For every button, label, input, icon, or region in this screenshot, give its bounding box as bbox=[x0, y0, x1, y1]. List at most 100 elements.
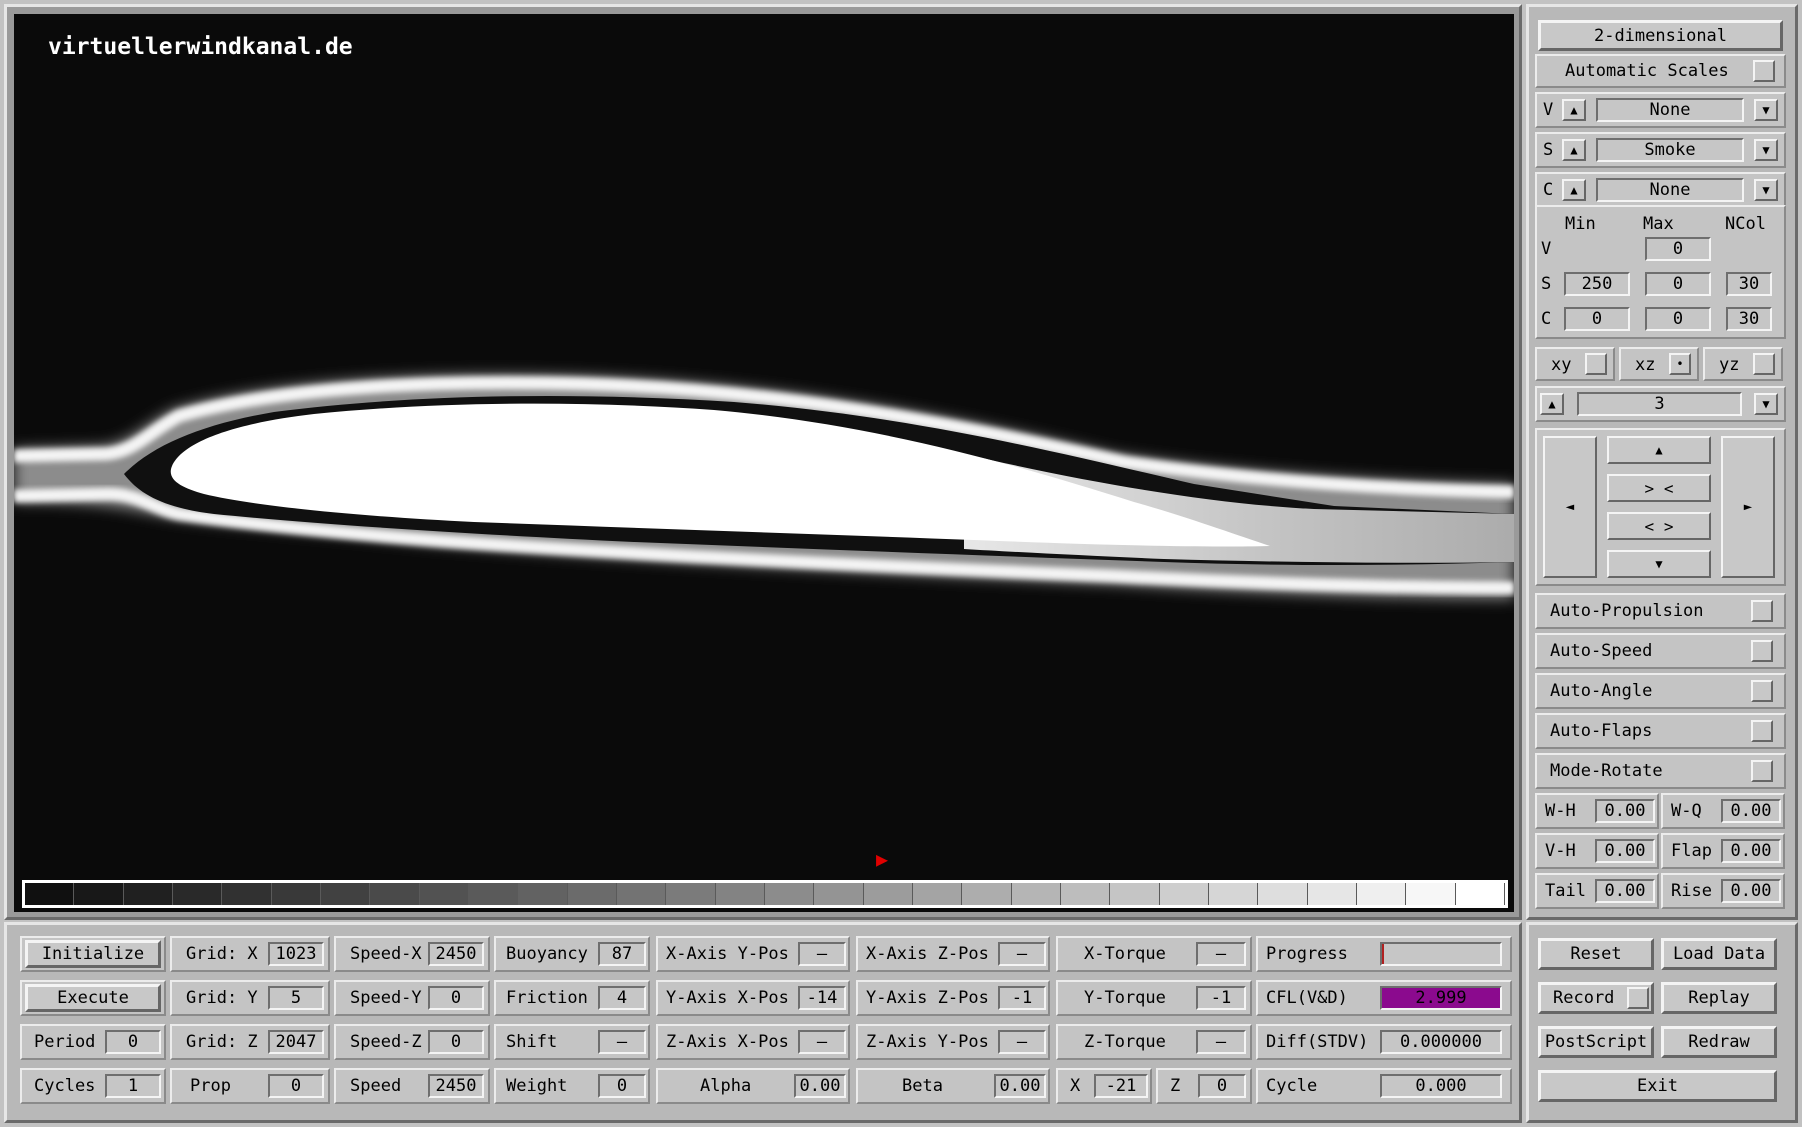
colorbar-swatch bbox=[912, 883, 963, 905]
y-torque-value[interactable]: -1 bbox=[1196, 986, 1246, 1010]
param-value[interactable]: 0.00 bbox=[1721, 839, 1781, 863]
plane-radio[interactable]: • bbox=[1669, 353, 1691, 375]
range-min[interactable]: 250 bbox=[1564, 272, 1630, 296]
slice-down-arrow[interactable]: ▼ bbox=[1754, 393, 1778, 415]
mode-2d-button[interactable]: 2-dimensional bbox=[1538, 20, 1783, 51]
range-max[interactable]: 0 bbox=[1645, 307, 1711, 331]
speed-y-value[interactable]: 0 bbox=[428, 986, 484, 1010]
colorbar-swatch bbox=[962, 883, 1012, 905]
friction-value[interactable]: 4 bbox=[598, 986, 646, 1010]
weight-value[interactable]: 0 bbox=[598, 1074, 646, 1098]
pan-up-button[interactable]: ▲ bbox=[1607, 436, 1711, 464]
speed-value[interactable]: 2450 bbox=[428, 1074, 484, 1098]
selector-value[interactable]: Smoke bbox=[1596, 138, 1744, 162]
colorbar-swatch bbox=[1406, 883, 1456, 905]
toggle-checkbox[interactable] bbox=[1751, 640, 1773, 662]
plane-radio[interactable] bbox=[1753, 353, 1775, 375]
range-min[interactable]: 0 bbox=[1564, 307, 1630, 331]
yaxis-zpos-value[interactable]: -1 bbox=[998, 986, 1046, 1010]
range-ncol[interactable]: 30 bbox=[1726, 272, 1772, 296]
period-value[interactable]: 0 bbox=[105, 1030, 161, 1054]
record-checkbox[interactable] bbox=[1627, 987, 1649, 1009]
progress-label: Progress bbox=[1266, 944, 1348, 964]
z-pos-value[interactable]: 0 bbox=[1198, 1074, 1246, 1098]
range-ncol[interactable]: 30 bbox=[1726, 307, 1772, 331]
auto-scales-row: Automatic Scales bbox=[1535, 54, 1786, 88]
zoom-out-icon: < > bbox=[1644, 516, 1674, 536]
yaxis-xpos-value[interactable]: -14 bbox=[798, 986, 846, 1010]
param-value[interactable]: 0.00 bbox=[1595, 839, 1655, 863]
reset-button[interactable]: Reset bbox=[1538, 938, 1654, 970]
prop-value[interactable]: 0 bbox=[268, 1074, 324, 1098]
toggle-checkbox[interactable] bbox=[1751, 600, 1773, 622]
param-value[interactable]: 0.00 bbox=[1721, 799, 1781, 823]
redraw-button[interactable]: Redraw bbox=[1661, 1026, 1777, 1058]
colorbar-swatch bbox=[1060, 883, 1111, 905]
buoyancy-value[interactable]: 87 bbox=[598, 942, 646, 966]
x-torque-value[interactable]: — bbox=[1196, 942, 1246, 966]
selector-down-arrow[interactable]: ▼ bbox=[1754, 179, 1778, 201]
selector-value[interactable]: None bbox=[1596, 178, 1744, 202]
zaxis-ypos-value[interactable]: — bbox=[998, 1030, 1046, 1054]
initialize-button[interactable]: Initialize bbox=[25, 940, 161, 968]
selector-up-arrow[interactable]: ▲ bbox=[1562, 179, 1586, 201]
selector-down-arrow[interactable]: ▼ bbox=[1754, 139, 1778, 161]
diff-label: Diff(STDV) bbox=[1266, 1032, 1369, 1052]
z-torque-value[interactable]: — bbox=[1196, 1030, 1246, 1054]
selector-up-arrow[interactable]: ▲ bbox=[1562, 99, 1586, 121]
param-label: Tail bbox=[1545, 881, 1586, 901]
plane-radio[interactable] bbox=[1585, 353, 1607, 375]
zoom-in-icon: > < bbox=[1644, 478, 1674, 498]
selector-value[interactable]: None bbox=[1596, 98, 1744, 122]
speed-z-value[interactable]: 0 bbox=[428, 1030, 484, 1054]
grid-y-value[interactable]: 5 bbox=[268, 986, 324, 1010]
x-pos-value[interactable]: -21 bbox=[1094, 1074, 1148, 1098]
toggle-checkbox[interactable] bbox=[1751, 760, 1773, 782]
xaxis-ypos-value[interactable]: — bbox=[798, 942, 846, 966]
selector-up-arrow[interactable]: ▲ bbox=[1562, 139, 1586, 161]
speed-z-label: Speed-Z bbox=[350, 1032, 422, 1052]
speed-x-value[interactable]: 2450 bbox=[428, 942, 484, 966]
progress-bar bbox=[1380, 942, 1502, 966]
range-max[interactable]: 0 bbox=[1645, 237, 1711, 261]
range-max[interactable]: 0 bbox=[1645, 272, 1711, 296]
slice-up-arrow[interactable]: ▲ bbox=[1540, 393, 1564, 415]
toggle-label: Auto-Propulsion bbox=[1550, 601, 1704, 621]
zaxis-xpos-value[interactable]: — bbox=[798, 1030, 846, 1054]
zoom-in-button[interactable]: > < bbox=[1607, 474, 1711, 502]
execute-button[interactable]: Execute bbox=[25, 984, 161, 1012]
cycles-label: Cycles bbox=[34, 1076, 96, 1096]
plane-label: yz bbox=[1719, 355, 1740, 375]
beta-value[interactable]: 0.00 bbox=[994, 1074, 1046, 1098]
exit-button[interactable]: Exit bbox=[1538, 1070, 1777, 1102]
cfl-label: CFL(V&D) bbox=[1266, 988, 1348, 1008]
postscript-button[interactable]: PostScript bbox=[1538, 1026, 1654, 1058]
cycles-value[interactable]: 1 bbox=[105, 1074, 161, 1098]
simulation-canvas[interactable]: virtuellerwindkanal.de ▶ bbox=[14, 14, 1514, 912]
param-value[interactable]: 0.00 bbox=[1595, 879, 1655, 903]
selector-letter: S bbox=[1543, 140, 1554, 160]
pan-right-icon: ► bbox=[1743, 499, 1753, 515]
xaxis-zpos-value[interactable]: — bbox=[998, 942, 1046, 966]
alpha-value[interactable]: 0.00 bbox=[794, 1074, 846, 1098]
pan-down-button[interactable]: ▼ bbox=[1607, 550, 1711, 578]
load-data-button[interactable]: Load Data bbox=[1661, 938, 1777, 970]
param-value[interactable]: 0.00 bbox=[1721, 879, 1781, 903]
slice-value[interactable]: 3 bbox=[1577, 392, 1742, 416]
toggle-checkbox[interactable] bbox=[1751, 720, 1773, 742]
pan-right-button[interactable]: ► bbox=[1721, 436, 1775, 578]
auto-scales-checkbox[interactable] bbox=[1753, 60, 1775, 82]
colorbar-swatch bbox=[764, 883, 815, 905]
speed-label: Speed bbox=[350, 1076, 402, 1096]
grid-x-value[interactable]: 1023 bbox=[268, 942, 324, 966]
replay-button[interactable]: Replay bbox=[1661, 982, 1777, 1014]
speed-x-label: Speed-X bbox=[350, 944, 422, 964]
shift-value[interactable]: — bbox=[598, 1030, 646, 1054]
selector-down-arrow[interactable]: ▼ bbox=[1754, 99, 1778, 121]
toggle-checkbox[interactable] bbox=[1751, 680, 1773, 702]
grid-z-value[interactable]: 2047 bbox=[268, 1030, 324, 1054]
param-value[interactable]: 0.00 bbox=[1595, 799, 1655, 823]
colorbar-swatch bbox=[222, 883, 272, 905]
pan-left-button[interactable]: ◄ bbox=[1543, 436, 1597, 578]
zoom-out-button[interactable]: < > bbox=[1607, 512, 1711, 540]
